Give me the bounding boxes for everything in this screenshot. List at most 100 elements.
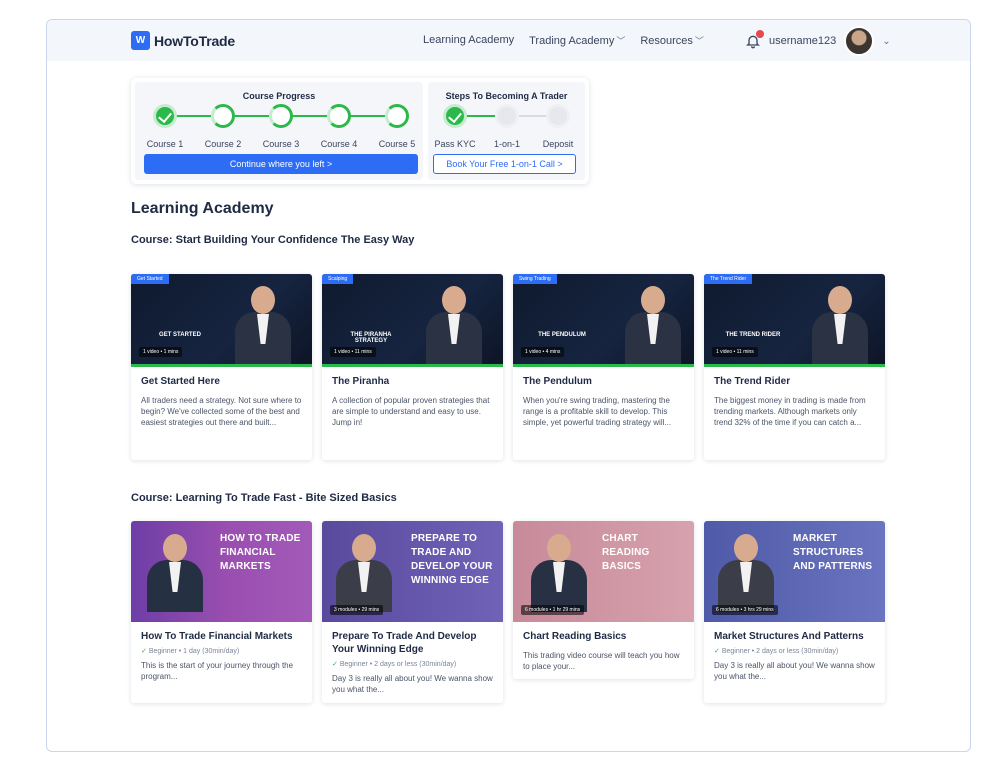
card-tag: Get Started <box>131 274 169 284</box>
card-thumbnail: CHART READING BASICS 6 modules • 1 hr 29… <box>513 521 694 622</box>
card-thumbnail: PREPARE TO TRADE AND DEVELOP YOUR WINNIN… <box>322 521 503 622</box>
course-progress-panel: Course Progress Course 1 Course 2 Course… <box>135 82 423 180</box>
nav-trading-academy[interactable]: Trading Academy ﹀ <box>529 34 625 47</box>
course-5-step <box>385 104 409 128</box>
card-description: Day 3 is really all about you! We wanna … <box>714 661 875 681</box>
card-thumbnail: MARKET STRUCTURES AND PATTERNS 6 modules… <box>704 521 885 622</box>
card-description: Day 3 is really all about you! We wanna … <box>332 674 493 694</box>
card-meta: 3 modules • 29 mins <box>330 605 384 615</box>
card-art-label: THE PENDULUM <box>538 332 586 338</box>
card-title: Prepare To Trade And Develop Your Winnin… <box>332 631 477 655</box>
notification-badge <box>756 30 764 38</box>
card-title: Get Started Here <box>141 376 220 387</box>
notifications-button[interactable] <box>745 30 764 49</box>
card-title: The Trend Rider <box>714 376 791 387</box>
card-description: This trading video course will teach you… <box>523 651 680 671</box>
avatar[interactable] <box>844 26 875 56</box>
presenter-image <box>621 286 685 364</box>
course-2-step <box>211 104 235 128</box>
check-icon: ✓ <box>332 661 340 668</box>
check-icon: ✓ <box>141 648 149 655</box>
course-card-trend-rider[interactable]: The Trend Rider THE TREND RIDER 1 video … <box>704 274 885 460</box>
course-card-how-to-trade[interactable]: HOW TO TRADE FINANCIAL MARKETS How To Tr… <box>131 521 312 703</box>
card-thumbnail: HOW TO TRADE FINANCIAL MARKETS <box>131 521 312 622</box>
card-level-text: Beginner • 2 days or less (30min/day) <box>721 648 839 655</box>
course-5-label: Course 5 <box>378 139 416 149</box>
logo-text: HowToTrade <box>154 32 235 49</box>
course-2-label: Course 2 <box>204 139 242 149</box>
nav-learning-academy[interactable]: Learning Academy <box>423 34 514 47</box>
presenter-image <box>231 286 295 364</box>
card-title: The Pendulum <box>523 376 592 387</box>
card-level-text: Beginner • 1 day (30min/day) <box>148 648 240 655</box>
trader-steps-panel: Steps To Becoming A Trader Pass KYC 1-on… <box>428 82 585 180</box>
card-level: ✓ Beginner • 1 day (30min/day) <box>141 647 302 655</box>
card-tag: The Trend Rider <box>704 274 753 284</box>
card-thumbnail: The Trend Rider THE TREND RIDER 1 video … <box>704 274 885 367</box>
course-card-market-structures[interactable]: MARKET STRUCTURES AND PATTERNS 6 modules… <box>704 521 885 703</box>
course-1-step <box>153 104 177 128</box>
one-on-one-label: 1-on-1 <box>493 139 520 149</box>
card-tag: Scalping <box>322 274 354 284</box>
course-card-piranha[interactable]: Scalping THE PIRANHA STRATEGY 1 video • … <box>322 274 503 460</box>
course-4-step <box>327 104 351 128</box>
card-level: ✓ Beginner • 2 days or less (30min/day) <box>714 647 875 655</box>
course-4-label: Course 4 <box>320 139 358 149</box>
card-hero-text: CHART READING BASICS <box>602 533 650 572</box>
nav-label: Learning Academy <box>423 34 515 46</box>
card-hero-text: HOW TO TRADE FINANCIAL MARKETS <box>220 533 301 572</box>
course-section-title: Course: Start Building Your Confidence T… <box>131 234 415 246</box>
top-navigation-bar: W HowToTrade Learning Academy Trading Ac… <box>47 20 970 61</box>
course-section-title: Course: Learning To Trade Fast - Bite Si… <box>131 492 397 504</box>
deposit-label: Deposit <box>542 139 574 149</box>
card-meta: 1 video • 4 mins <box>521 347 565 357</box>
card-hero-text: MARKET STRUCTURES AND PATTERNS <box>793 533 873 572</box>
book-call-button[interactable]: Book Your Free 1-on-1 Call > <box>433 154 576 174</box>
nav-resources[interactable]: Resources ﹀ <box>640 34 704 47</box>
deposit-step <box>546 104 570 128</box>
course-progress-title: Course Progress <box>242 91 316 101</box>
course-card-pendulum[interactable]: Swing Trading THE PENDULUM 1 video • 4 m… <box>513 274 694 460</box>
card-meta: 1 video • 1 mins <box>139 347 183 357</box>
card-art-label: GET STARTED <box>159 332 201 338</box>
card-description: A collection of popular proven strategie… <box>332 396 490 427</box>
one-on-one-step <box>495 104 519 128</box>
user-menu: username123 ⌄ <box>745 26 891 56</box>
card-title: Market Structures And Patterns <box>714 631 864 642</box>
card-tag: Swing Trading <box>513 274 557 284</box>
check-icon: ✓ <box>714 648 722 655</box>
logo[interactable]: W HowToTrade <box>131 31 235 50</box>
card-description: This is the start of your journey throug… <box>141 661 294 681</box>
kyc-step <box>443 104 467 128</box>
card-meta: 1 video • 11 mins <box>330 347 376 357</box>
course-3-step <box>269 104 293 128</box>
main-nav: Learning Academy Trading Academy ﹀ Resour… <box>423 34 704 47</box>
card-meta: 6 modules • 1 hr 29 mins <box>521 605 585 615</box>
card-thumbnail: Scalping THE PIRANHA STRATEGY 1 video • … <box>322 274 503 367</box>
chevron-down-icon[interactable]: ⌄ <box>882 36 890 47</box>
course-3-label: Course 3 <box>262 139 300 149</box>
chevron-down-icon: ﹀ <box>694 36 704 46</box>
presenter-image <box>422 286 486 364</box>
card-title: Chart Reading Basics <box>523 631 627 642</box>
card-hero-text: PREPARE TO TRADE AND DEVELOP YOUR WINNIN… <box>411 533 493 586</box>
card-meta: 6 modules • 3 hrs 29 mins <box>712 605 778 615</box>
app-window: W HowToTrade Learning Academy Trading Ac… <box>46 19 971 752</box>
course-1-label: Course 1 <box>146 139 184 149</box>
kyc-label: Pass KYC <box>434 139 476 149</box>
username[interactable]: username123 <box>769 35 836 47</box>
chevron-down-icon: ﹀ <box>616 36 626 46</box>
course-card-get-started[interactable]: Get Started GET STARTED 1 video • 1 mins… <box>131 274 312 460</box>
presenter-image <box>808 286 872 364</box>
card-description: When you're swing trading, mastering the… <box>523 396 672 427</box>
card-title: The Piranha <box>332 376 390 387</box>
course-card-prepare-to-trade[interactable]: PREPARE TO TRADE AND DEVELOP YOUR WINNIN… <box>322 521 503 703</box>
course-card-chart-reading[interactable]: CHART READING BASICS 6 modules • 1 hr 29… <box>513 521 694 679</box>
continue-button[interactable]: Continue where you left > <box>144 154 418 174</box>
nav-label: Resources <box>640 35 693 47</box>
trader-steps-title: Steps To Becoming A Trader <box>445 91 568 101</box>
presenter-image <box>143 534 207 622</box>
card-thumbnail: Get Started GET STARTED 1 video • 1 mins <box>131 274 312 367</box>
logo-mark-icon: W <box>131 31 150 50</box>
card-description: The biggest money in trading is made fro… <box>714 396 866 427</box>
